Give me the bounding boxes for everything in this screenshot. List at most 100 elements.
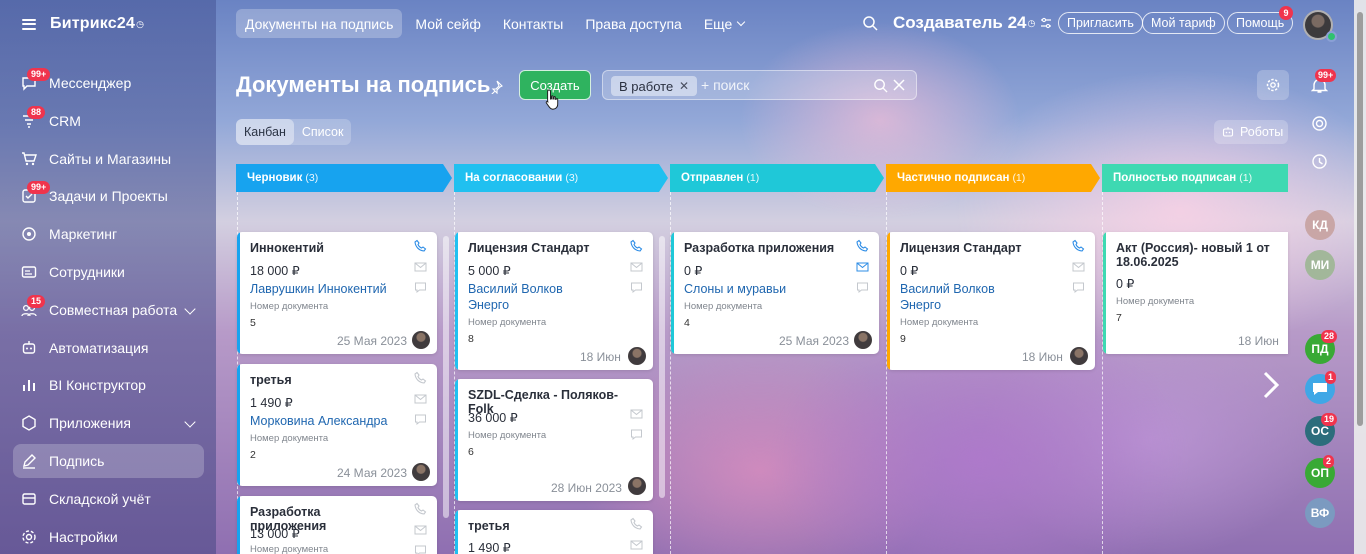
chat-icon[interactable] — [414, 281, 427, 294]
sidebar-item-apps[interactable]: Приложения — [13, 406, 204, 440]
sidebar-item-sites[interactable]: Сайты и Магазины — [13, 142, 204, 176]
page-scrollbar[interactable] — [1354, 0, 1366, 554]
card-client-link[interactable]: Василий Волков — [900, 281, 995, 297]
activity-icon[interactable] — [1311, 115, 1328, 132]
search-icon[interactable] — [873, 78, 888, 93]
chat-icon[interactable] — [856, 281, 869, 294]
phone-icon[interactable] — [414, 239, 427, 252]
invite-button[interactable]: Пригласить — [1058, 12, 1143, 34]
stage-header-signed[interactable]: Полностью подписан (1) — [1102, 164, 1288, 192]
mail-icon[interactable] — [414, 392, 427, 405]
phone-icon[interactable] — [630, 517, 643, 530]
card-avatar[interactable] — [628, 477, 646, 495]
pin-icon[interactable] — [489, 80, 503, 94]
card-doc-label: Номер документа — [250, 301, 329, 312]
card-client-link[interactable]: Василий Волков — [468, 281, 563, 297]
filter-chip[interactable]: В работе ✕ — [611, 76, 697, 96]
mail-icon[interactable] — [414, 523, 427, 536]
card-company-link[interactable]: Энерго — [468, 297, 509, 313]
tab-contacts[interactable]: Контакты — [494, 9, 572, 38]
chevron-right-icon[interactable] — [1261, 371, 1281, 399]
menu-burger-icon[interactable] — [22, 18, 36, 30]
card-company-link[interactable]: Энерго — [900, 297, 941, 313]
stage-header-approval[interactable]: На согласовании (3) — [454, 164, 668, 192]
phone-icon[interactable] — [630, 239, 643, 252]
tab-safe[interactable]: Мой сейф — [406, 9, 489, 38]
deal-card[interactable]: Лицензия Стандарт 5 000 ₽ Василий Волков… — [455, 232, 653, 370]
deal-card[interactable]: Разработка приложения 0 ₽ Слоны и муравь… — [671, 232, 879, 354]
settings-button[interactable] — [1257, 70, 1289, 100]
mail-icon[interactable] — [630, 260, 643, 273]
sidebar-item-tasks[interactable]: 99+ Задачи и Проекты — [13, 179, 204, 213]
chat-icon[interactable] — [630, 428, 643, 441]
chat-icon[interactable] — [414, 413, 427, 426]
card-client-link[interactable]: Слоны и муравьи — [684, 281, 786, 297]
sidebar-item-bi[interactable]: BI Конструктор — [13, 368, 204, 402]
chevron-down-icon[interactable] — [184, 303, 196, 315]
sidebar-item-messenger[interactable]: 99+ Мессенджер — [13, 66, 204, 100]
card-client-link[interactable]: Морковина Александра — [250, 413, 387, 429]
tariff-button[interactable]: Мой тариф — [1142, 12, 1225, 34]
rail-user-mi[interactable]: МИ — [1305, 250, 1335, 280]
tab-access[interactable]: Права доступа — [576, 9, 690, 38]
chat-icon[interactable] — [414, 544, 427, 554]
phone-icon[interactable] — [414, 502, 427, 515]
column-scrollbar[interactable] — [443, 236, 449, 518]
chevron-down-icon[interactable] — [184, 416, 196, 428]
close-icon[interactable] — [892, 78, 906, 92]
mail-icon[interactable] — [856, 260, 869, 273]
sidebar-item-label: Складской учёт — [49, 490, 151, 507]
remove-filter-icon[interactable]: ✕ — [679, 79, 689, 93]
robots-button[interactable]: Роботы — [1214, 120, 1288, 144]
deal-card[interactable]: третья 1 490 ₽ — [455, 510, 653, 554]
view-list-button[interactable]: Список — [294, 119, 352, 145]
card-avatar[interactable] — [628, 347, 646, 365]
sidebar-item-sign[interactable]: Подпись — [13, 443, 204, 478]
deal-card[interactable]: Иннокентий 18 000 ₽ Лаврушкин Иннокентий… — [237, 232, 437, 354]
mail-icon[interactable] — [630, 538, 643, 551]
sliders-icon[interactable] — [1040, 17, 1052, 29]
card-avatar[interactable] — [1070, 347, 1088, 365]
tab-more[interactable]: Еще — [695, 9, 754, 38]
card-avatar[interactable] — [854, 331, 872, 349]
view-kanban-button[interactable]: Канбан — [236, 119, 294, 145]
phone-icon[interactable] — [856, 239, 869, 252]
deal-card[interactable]: Акт (Россия)- новый 1 от 18.06.2025 0 ₽ Н… — [1103, 232, 1288, 354]
stage-header-partial[interactable]: Частично подписан (1) — [886, 164, 1100, 192]
filter-bar[interactable]: В работе ✕ + поиск — [602, 70, 917, 100]
rail-user-kd[interactable]: КД — [1305, 210, 1335, 240]
phone-icon[interactable] — [1072, 239, 1085, 252]
tab-documents[interactable]: Документы на подпись — [236, 9, 403, 38]
sidebar-item-automation[interactable]: Автоматизация — [13, 331, 204, 365]
sidebar-item-settings[interactable]: Настройки — [13, 520, 204, 554]
mail-icon[interactable] — [414, 260, 427, 273]
chat-icon[interactable] — [1072, 281, 1085, 294]
deal-card[interactable]: третья 1 490 ₽ Морковина Александра Номе… — [237, 364, 437, 486]
brand[interactable]: Битрикс24 ◷ — [22, 14, 144, 34]
scrollbar-thumb[interactable] — [1357, 12, 1363, 426]
sidebar-item-warehouse[interactable]: Складской учёт — [13, 482, 204, 516]
sidebar-item-collab[interactable]: 15 Совместная работа — [13, 293, 204, 327]
sidebar-item-crm[interactable]: 88 CRM — [13, 104, 204, 138]
stage-header-draft[interactable]: Черновик (3) — [236, 164, 452, 192]
mail-icon[interactable] — [1072, 260, 1085, 273]
phone-icon[interactable] — [414, 371, 427, 384]
mail-icon[interactable] — [630, 407, 643, 420]
card-avatar[interactable] — [412, 463, 430, 481]
card-avatar[interactable] — [412, 331, 430, 349]
card-client-link[interactable]: Лаврушкин Иннокентий — [250, 281, 387, 297]
deal-card[interactable]: Лицензия Стандарт 0 ₽ Василий Волков Эне… — [887, 232, 1095, 370]
rail-user-vf[interactable]: ВФ — [1305, 498, 1335, 528]
sidebar-item-employees[interactable]: Сотрудники — [13, 255, 204, 289]
card-sum: 0 ₽ — [900, 264, 919, 278]
column-scrollbar[interactable] — [659, 236, 665, 498]
chat-icon[interactable] — [630, 281, 643, 294]
search-icon[interactable] — [862, 15, 878, 31]
deal-card[interactable]: SZDL-Сделка - Поляков-Folk 36 000 ₽ Номе… — [455, 379, 653, 501]
search-input[interactable]: + поиск — [701, 77, 749, 93]
company-name[interactable]: Создаватель 24 ◷ — [893, 13, 1052, 33]
sidebar-item-marketing[interactable]: Маркетинг — [13, 217, 204, 251]
stage-header-sent[interactable]: Отправлен (1) — [670, 164, 884, 192]
deal-card[interactable]: Разработка приложения 13 000 ₽ Номер док… — [237, 496, 437, 554]
history-icon[interactable] — [1311, 153, 1328, 170]
